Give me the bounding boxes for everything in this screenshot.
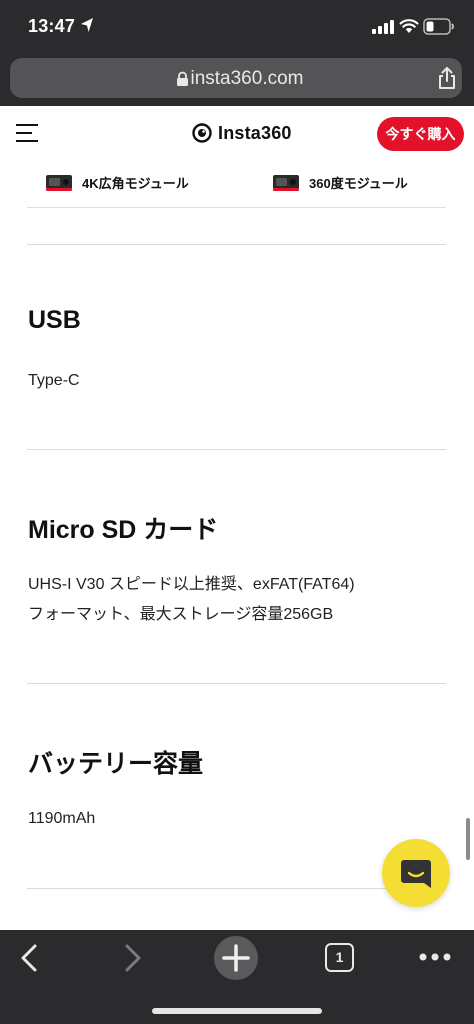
divider [27, 207, 446, 208]
share-icon[interactable] [436, 66, 458, 90]
back-arrow-icon[interactable] [18, 943, 42, 973]
tabs-icon[interactable]: 1 [325, 943, 354, 972]
module-nav: 4K広角モジュール 360度モジュール [0, 160, 474, 208]
browser-toolbar: 1 [0, 930, 474, 1024]
more-icon[interactable] [418, 950, 452, 964]
spec-title-micro-sd: Micro SD カード [28, 516, 219, 544]
module-label: 360度モジュール [309, 176, 408, 191]
forward-arrow-icon[interactable] [120, 943, 144, 973]
buy-now-button[interactable]: 今すぐ購入 [377, 117, 464, 151]
cellular-signal-icon [372, 20, 394, 34]
module-label: 4K広角モジュール [82, 176, 189, 191]
url-value: insta360.com [190, 68, 304, 89]
location-arrow-icon [81, 18, 93, 32]
battery-icon [423, 18, 454, 35]
site-logo[interactable]: Insta360 [192, 122, 292, 144]
status-bar: 13:47 [0, 0, 474, 54]
logo-text: Insta360 [218, 122, 292, 143]
chat-button[interactable] [382, 839, 450, 907]
spec-value-micro-sd-line-2: フォーマット、最大ストレージ容量256GB [28, 606, 334, 623]
insta360-logo-icon [192, 123, 212, 143]
browser-address-area: insta360.com [0, 54, 474, 106]
address-bar[interactable]: insta360.com [10, 58, 462, 98]
site-header: Insta360 今すぐ購入 [0, 106, 474, 160]
divider [27, 449, 446, 450]
camera-module-icon [273, 174, 299, 191]
spec-value-micro-sd-line-1: UHS-I V30 スピード以上推奨、exFAT(FAT64) [28, 576, 355, 593]
spec-title-usb: USB [28, 306, 81, 334]
hamburger-menu-icon[interactable] [16, 122, 40, 144]
tab-count: 1 [335, 949, 344, 965]
new-tab-button[interactable] [214, 936, 258, 980]
divider [27, 683, 446, 684]
wifi-icon [399, 19, 419, 33]
spec-value-battery: 1190mAh [28, 810, 96, 827]
url-text: insta360.com [10, 68, 462, 90]
divider [27, 244, 446, 245]
spec-value-usb: Type-C [28, 372, 80, 389]
spec-title-battery: バッテリー容量 [28, 750, 204, 778]
camera-module-icon [46, 174, 72, 191]
home-indicator[interactable] [152, 1008, 322, 1014]
plus-icon [222, 944, 250, 972]
status-time: 13:47 [28, 16, 76, 36]
module-tab-4k-wide[interactable]: 4K広角モジュール [46, 173, 189, 192]
scrollbar[interactable] [466, 818, 470, 860]
divider [27, 888, 446, 889]
module-tab-360[interactable]: 360度モジュール [273, 173, 408, 192]
chat-icon [401, 860, 431, 888]
